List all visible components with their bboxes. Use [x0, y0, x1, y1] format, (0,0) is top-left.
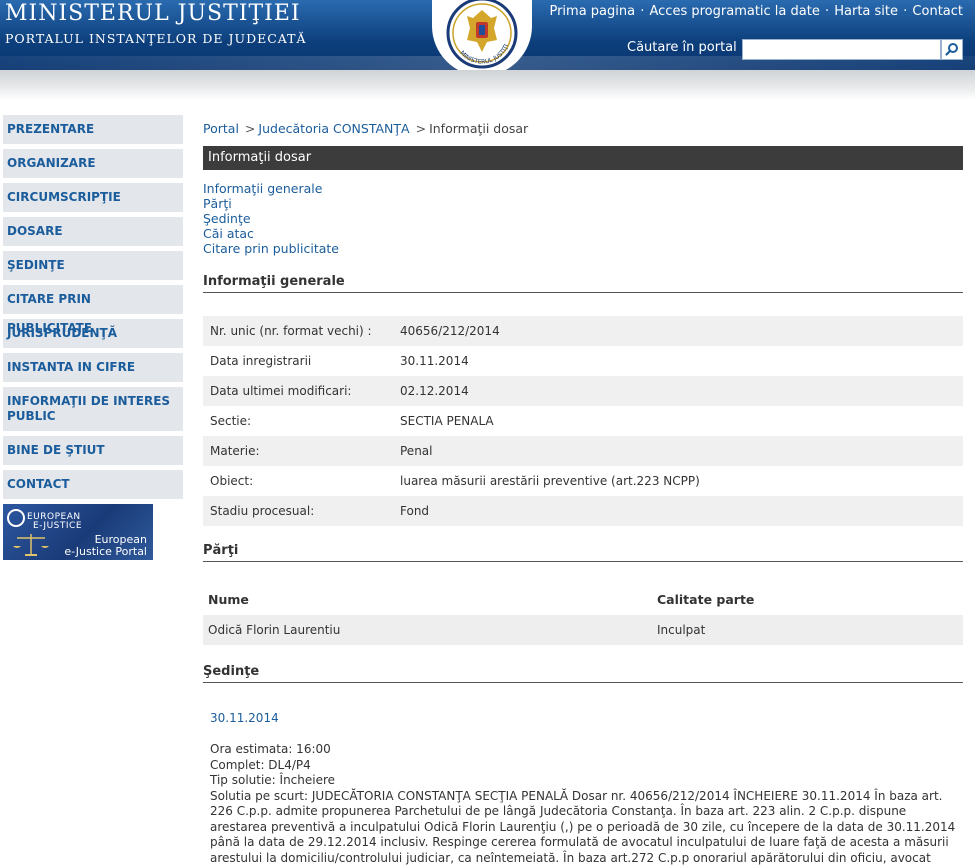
- info-value: Penal: [400, 444, 433, 458]
- info-value: 02.12.2014: [400, 384, 469, 398]
- sidebar-item-organizare[interactable]: ORGANIZARE: [3, 149, 183, 178]
- party-role: Inculpat: [657, 623, 706, 637]
- info-table: Nr. unic (nr. format vechi) : 40656/212/2…: [203, 316, 963, 526]
- info-row: Nr. unic (nr. format vechi) : 40656/212/2…: [203, 316, 963, 346]
- sidebar-item-jurisprudenta[interactable]: JURISPRUDENŢĂ: [3, 319, 183, 348]
- sidebar-item-bine-de-stiut[interactable]: BINE DE ŞTIUT: [3, 436, 183, 465]
- sidebar-item-circumscriptie[interactable]: CIRCUMSCRIPŢIE: [3, 183, 183, 212]
- portal-subtitle[interactable]: PORTALUL INSTANŢELOR DE JUDECATĂ: [5, 31, 307, 46]
- page-title-bar: Informaţii dosar: [203, 146, 963, 170]
- top-link-acces-programatic[interactable]: Acces programatic la date: [650, 4, 820, 19]
- anchor-informatii-generale[interactable]: Informaţii generale: [203, 181, 339, 196]
- ministry-emblem-icon[interactable]: MINISTERUL JUSTIŢIEI: [437, 0, 527, 76]
- info-row: Obiect: luarea măsurii arestării preventi…: [203, 466, 963, 496]
- info-value: 40656/212/2014: [400, 324, 500, 338]
- info-label: Nr. unic (nr. format vechi) :: [210, 324, 372, 338]
- breadcrumb-current: Informaţii dosar: [429, 121, 529, 136]
- top-link-prima-pagina[interactable]: Prima pagina: [549, 4, 635, 19]
- anchor-parti[interactable]: Părţi: [203, 196, 339, 211]
- top-links: Prima pagina · Acces programatic la date…: [549, 4, 963, 19]
- ejustice-banner[interactable]: EUROPEAN E-JUSTICE European e-Justice Po…: [3, 504, 153, 560]
- breadcrumb: Portal > Judecătoria CONSTANŢA > Informaţii …: [203, 121, 528, 136]
- anchor-citare[interactable]: Citare prin publicitate: [203, 241, 339, 256]
- ejustice-line4: e-Justice Portal: [64, 545, 147, 558]
- breadcrumb-judecatoria[interactable]: Judecătoria CONSTANŢA: [258, 121, 409, 136]
- section-heading-informatii-generale: Informaţii generale: [203, 274, 963, 293]
- magnifier-icon: [945, 43, 958, 56]
- parti-header-row: Nume Calitate parte: [203, 585, 963, 615]
- anchor-links: Informaţii generale Părţi Şedinţe Căi at…: [203, 181, 339, 256]
- subheader-band: [0, 70, 975, 100]
- sidebar-item-contact[interactable]: CONTACT: [3, 470, 183, 499]
- sedinta-complet: Complet: DL4/P4: [210, 757, 311, 772]
- anchor-cai-atac[interactable]: Căi atac: [203, 226, 339, 241]
- parti-table: Nume Calitate parte Odică Florin Laurent…: [203, 585, 963, 645]
- ejustice-logo-icon: [7, 509, 25, 527]
- sidebar-item-sedinte[interactable]: ŞEDINŢE: [3, 251, 183, 280]
- top-link-separator: ·: [899, 4, 912, 19]
- sidebar-item-instanta-in-cifre[interactable]: INSTANTA IN CIFRE: [3, 353, 183, 382]
- section-heading-parti: Părţi: [203, 543, 963, 562]
- party-name: Odică Florin Laurentiu: [208, 623, 341, 637]
- info-value: 30.11.2014: [400, 354, 469, 368]
- section-heading-sedinte: Şedinţe: [203, 664, 963, 683]
- scales-of-justice-icon: [13, 534, 49, 556]
- info-row: Data inregistrarii 30.11.2014: [203, 346, 963, 376]
- sedinta-date: 30.11.2014: [210, 711, 279, 725]
- table-row: Odică Florin Laurentiu Inculpat: [203, 615, 963, 645]
- sidebar-nav: PREZENTARE ORGANIZARE CIRCUMSCRIPŢIE DOS…: [3, 115, 183, 504]
- top-link-separator: ·: [820, 4, 834, 19]
- top-link-separator: ·: [636, 4, 649, 19]
- info-label: Data ultimei modificari:: [210, 384, 352, 398]
- top-link-contact[interactable]: Contact: [912, 4, 963, 19]
- info-label: Data inregistrarii: [210, 354, 312, 368]
- info-label: Sectie:: [210, 414, 252, 428]
- info-row: Materie: Penal: [203, 436, 963, 466]
- ministry-title[interactable]: MINISTERUL JUSTIŢIEI: [5, 1, 301, 26]
- breadcrumb-portal[interactable]: Portal: [203, 121, 239, 136]
- search-button[interactable]: [941, 39, 963, 60]
- sidebar-item-citare[interactable]: CITARE PRIN PUBLICITATE: [3, 285, 183, 335]
- anchor-sedinte[interactable]: Şedinţe: [203, 211, 339, 226]
- sedinta-details: Ora estimata: 16:00 Complet: DL4/P4 Tip …: [210, 742, 963, 865]
- info-row: Sectie: SECTIA PENALA: [203, 406, 963, 436]
- ejustice-line2: E-JUSTICE: [33, 521, 83, 531]
- sedinta-tip-solutie: Tip solutie: Încheiere: [210, 773, 336, 787]
- info-row: Data ultimei modificari: 02.12.2014: [203, 376, 963, 406]
- info-label: Obiect:: [210, 474, 254, 488]
- top-link-harta-site[interactable]: Harta site: [834, 4, 898, 19]
- sidebar-item-dosare[interactable]: DOSARE: [3, 217, 183, 246]
- sedinta-solutie: Solutia pe scurt: JUDECĂTORIA CONSTANŢA …: [210, 788, 956, 865]
- column-header-calitate: Calitate parte: [657, 592, 755, 607]
- sedinta-ora: Ora estimata: 16:00: [210, 742, 331, 756]
- search-label: Căutare în portal: [627, 40, 737, 55]
- search-input[interactable]: [742, 39, 941, 60]
- info-row: Stadiu procesual: Fond: [203, 496, 963, 526]
- info-label: Materie:: [210, 444, 260, 458]
- breadcrumb-separator: >: [415, 121, 427, 136]
- info-value: luarea măsurii arestării preventive (art…: [400, 474, 700, 488]
- sidebar-item-prezentare[interactable]: PREZENTARE: [3, 115, 183, 144]
- info-value: SECTIA PENALA: [400, 414, 494, 428]
- column-header-nume: Nume: [208, 592, 249, 607]
- info-label: Stadiu procesual:: [210, 504, 315, 518]
- info-value: Fond: [400, 504, 430, 518]
- sidebar-item-informatii-interes-public[interactable]: INFORMAŢII DE INTERES PUBLIC: [3, 387, 183, 431]
- breadcrumb-separator: >: [244, 121, 256, 136]
